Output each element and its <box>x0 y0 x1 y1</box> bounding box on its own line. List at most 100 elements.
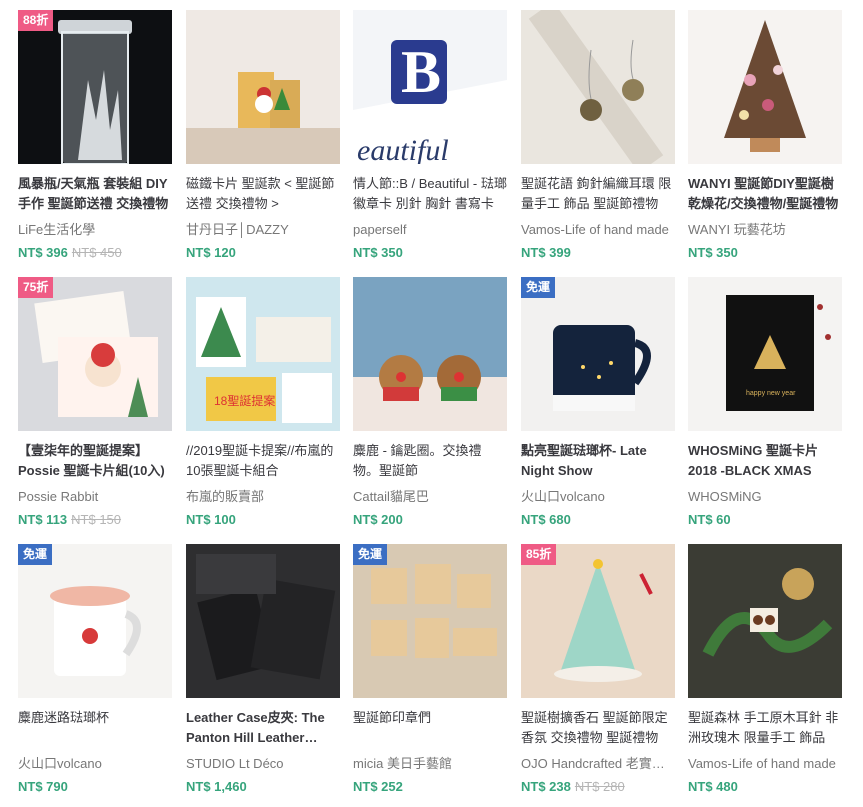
product-image[interactable] <box>688 10 842 164</box>
price-row: NT$ 680 <box>521 511 675 529</box>
product-card[interactable]: 免運麋鹿迷路琺瑯杯火山口volcano NT$ 790 <box>18 544 172 796</box>
product-title[interactable]: Leather Case皮夾: The Panton Hill Leather … <box>186 708 340 748</box>
price: NT$ 120 <box>186 245 236 260</box>
product-image[interactable] <box>186 544 340 698</box>
product-title[interactable]: 聖誕森林 手工原木耳針 非洲玫瑰木 限量手工 飾品 <box>688 708 842 748</box>
original-price: NT$ 450 <box>71 245 122 260</box>
shop-name[interactable]: 甘丹日子│DAZZY <box>186 221 340 239</box>
product-card[interactable]: 75折【壹柒年的聖誕提案】Possie 聖誕卡片組(10入) Possie Rab… <box>18 277 172 529</box>
product-image[interactable]: Beautiful <box>353 10 507 164</box>
product-image[interactable] <box>186 10 340 164</box>
product-title[interactable]: 麋鹿迷路琺瑯杯 <box>18 708 172 748</box>
shop-name[interactable]: WHOSMiNG <box>688 488 842 506</box>
product-title[interactable]: 聖誕節印章們 <box>353 708 507 748</box>
product-title[interactable]: //2019聖誕卡提案//布嵐的10張聖誕卡組合 <box>186 441 340 481</box>
product-image[interactable]: 18聖誕提案 <box>186 277 340 431</box>
product-image[interactable]: 85折 <box>521 544 675 698</box>
product-title[interactable]: 麋鹿 - 鑰匙圈。交換禮物。聖誕節 <box>353 441 507 481</box>
shop-name[interactable]: STUDIO Lt Déco <box>186 755 340 773</box>
price: NT$ 790 <box>18 779 68 794</box>
discount-badge: 85折 <box>521 544 557 565</box>
product-card[interactable]: 18聖誕提案 //2019聖誕卡提案//布嵐的10張聖誕卡組合布嵐的販賣部 NT$ … <box>186 277 340 529</box>
shop-name[interactable]: 布嵐的販賣部 <box>186 488 340 506</box>
price: NT$ 396 <box>18 245 68 260</box>
price: NT$ 113 <box>18 512 68 527</box>
shop-name[interactable]: OJO Handcrafted 老實手作 <box>521 755 675 773</box>
shop-name[interactable]: Cattail貓尾巴 <box>353 488 507 506</box>
shop-name[interactable]: LiFe生活化學 <box>18 221 172 239</box>
price-row: NT$ 113 NT$ 150 <box>18 511 172 529</box>
free-shipping-badge: 免運 <box>18 544 53 565</box>
product-title[interactable]: 聖誕花語 鉤針編織耳環 限量手工 飾品 聖誕節禮物 <box>521 174 675 214</box>
price: NT$ 399 <box>521 245 571 260</box>
shop-name[interactable]: 火山口volcano <box>18 755 172 773</box>
shop-name[interactable]: paperself <box>353 221 507 239</box>
price: NT$ 60 <box>688 512 731 527</box>
price-row: NT$ 350 <box>688 244 842 262</box>
price: NT$ 1,460 <box>186 779 247 794</box>
svg-text:B: B <box>401 39 441 105</box>
discount-badge: 88折 <box>18 10 54 31</box>
product-image[interactable]: 75折 <box>18 277 172 431</box>
shop-name[interactable]: Vamos-Life of hand made <box>688 755 842 773</box>
product-image[interactable]: happy new year <box>688 277 842 431</box>
price: NT$ 238 <box>521 779 571 794</box>
product-card[interactable]: 免運聖誕節印章們 micia 美日手藝館 NT$ 252 <box>353 544 507 796</box>
shop-name[interactable]: Possie Rabbit <box>18 488 172 506</box>
product-card[interactable]: 85折聖誕樹擴香石 聖誕節限定 香氛 交換禮物 聖誕禮物 OJO Handcraf… <box>521 544 675 796</box>
price-row: NT$ 200 <box>353 511 507 529</box>
price-row: NT$ 252 <box>353 778 507 796</box>
product-image[interactable] <box>353 277 507 431</box>
price: NT$ 100 <box>186 512 236 527</box>
product-title[interactable]: WHOSMiNG 聖誕卡片 2018 -BLACK XMAS <box>688 441 842 481</box>
discount-badge: 75折 <box>18 277 54 298</box>
price: NT$ 680 <box>521 512 571 527</box>
product-card[interactable]: 磁鐵卡片 聖誕款 < 聖誕節 送禮 交換禮物 > 甘丹日子│DAZZY NT$ 12… <box>186 10 340 262</box>
shop-name[interactable]: Vamos-Life of hand made <box>521 221 675 239</box>
product-image[interactable]: 88折 <box>18 10 172 164</box>
price-row: NT$ 480 <box>688 778 842 796</box>
shop-name[interactable]: micia 美日手藝館 <box>353 755 507 773</box>
product-image[interactable]: 免運 <box>18 544 172 698</box>
product-card[interactable]: 88折風暴瓶/天氣瓶 套裝組 DIY 手作 聖誕節送禮 交換禮物 LiFe生活化學… <box>18 10 172 262</box>
product-title[interactable]: 點亮聖誕琺瑯杯- Late Night Show <box>521 441 675 481</box>
price-row: NT$ 1,460 <box>186 778 340 796</box>
product-card[interactable]: Leather Case皮夾: The Panton Hill Leather … <box>186 544 340 796</box>
product-card[interactable]: 麋鹿 - 鑰匙圈。交換禮物。聖誕節 Cattail貓尾巴 NT$ 200 <box>353 277 507 529</box>
svg-text:18聖誕提案: 18聖誕提案 <box>214 393 275 408</box>
product-title[interactable]: 風暴瓶/天氣瓶 套裝組 DIY 手作 聖誕節送禮 交換禮物 <box>18 174 172 214</box>
product-card[interactable]: happy new year WHOSMiNG 聖誕卡片 2018 -BLACK … <box>688 277 842 529</box>
price-row: NT$ 238 NT$ 280 <box>521 778 675 796</box>
product-title[interactable]: 聖誕樹擴香石 聖誕節限定 香氛 交換禮物 聖誕禮物 <box>521 708 675 748</box>
product-image[interactable] <box>521 10 675 164</box>
product-title[interactable]: 磁鐵卡片 聖誕款 < 聖誕節 送禮 交換禮物 > <box>186 174 340 214</box>
price: NT$ 350 <box>688 245 738 260</box>
svg-text:eautiful: eautiful <box>357 134 449 164</box>
price-row: NT$ 790 <box>18 778 172 796</box>
product-image[interactable]: 免運 <box>353 544 507 698</box>
price-row: NT$ 399 <box>521 244 675 262</box>
product-title[interactable]: WANYI 聖誕節DIY聖誕樹 乾燥花/交換禮物/聖誕禮物 <box>688 174 842 214</box>
price: NT$ 480 <box>688 779 738 794</box>
price-row: NT$ 100 <box>186 511 340 529</box>
price-row: NT$ 396 NT$ 450 <box>18 244 172 262</box>
shop-name[interactable]: 火山口volcano <box>521 488 675 506</box>
price-row: NT$ 350 <box>353 244 507 262</box>
original-price: NT$ 150 <box>71 512 122 527</box>
product-card[interactable]: WANYI 聖誕節DIY聖誕樹 乾燥花/交換禮物/聖誕禮物 WANYI 玩藝花坊 N… <box>688 10 842 262</box>
product-title[interactable]: 情人節::B / Beautiful - 琺瑯徽章卡 別針 胸針 書寫卡 <box>353 174 507 214</box>
product-card[interactable]: Beautiful情人節::B / Beautiful - 琺瑯徽章卡 別針 胸… <box>353 10 507 262</box>
product-title[interactable]: 【壹柒年的聖誕提案】Possie 聖誕卡片組(10入) <box>18 441 172 481</box>
original-price: NT$ 280 <box>574 779 625 794</box>
product-grid: 88折風暴瓶/天氣瓶 套裝組 DIY 手作 聖誕節送禮 交換禮物 LiFe生活化學… <box>0 0 863 807</box>
price-row: NT$ 60 <box>688 511 842 529</box>
price: NT$ 350 <box>353 245 403 260</box>
product-image[interactable] <box>688 544 842 698</box>
shop-name[interactable]: WANYI 玩藝花坊 <box>688 221 842 239</box>
product-card[interactable]: 免運點亮聖誕琺瑯杯- Late Night Show 火山口volcano NT$ … <box>521 277 675 529</box>
price: NT$ 252 <box>353 779 403 794</box>
product-card[interactable]: 聖誕森林 手工原木耳針 非洲玫瑰木 限量手工 飾品 Vamos-Life of h… <box>688 544 842 796</box>
product-image[interactable]: 免運 <box>521 277 675 431</box>
product-card[interactable]: 聖誕花語 鉤針編織耳環 限量手工 飾品 聖誕節禮物 Vamos-Life of h… <box>521 10 675 262</box>
price: NT$ 200 <box>353 512 403 527</box>
